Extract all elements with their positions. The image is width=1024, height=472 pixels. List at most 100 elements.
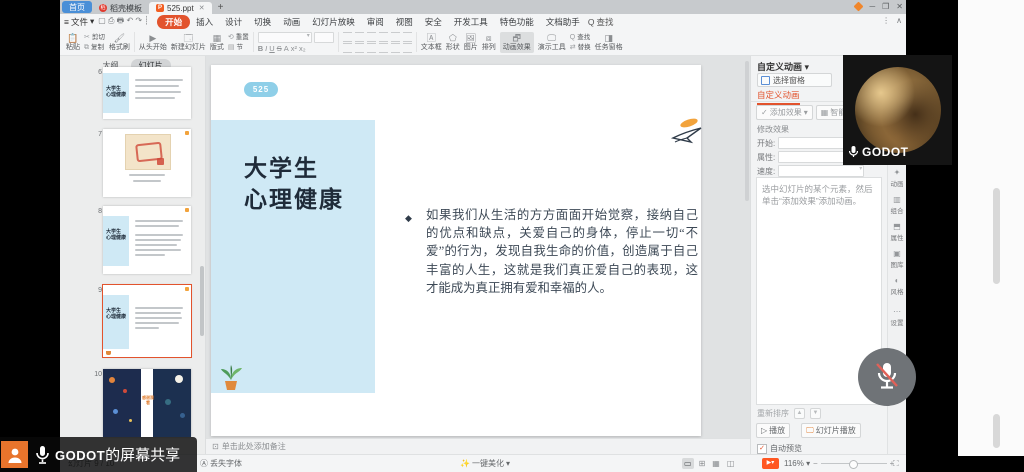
- slide-title[interactable]: 大学生 心理健康: [244, 153, 344, 215]
- menu-item-assistant[interactable]: 文档助手: [540, 15, 586, 29]
- restore-icon[interactable]: ❐: [882, 2, 889, 11]
- new-tab-button[interactable]: +: [218, 2, 224, 13]
- panel-scrollbar[interactable]: [993, 188, 1000, 284]
- slide-thumbnail-9-selected[interactable]: 大学生心理健康: [103, 285, 191, 357]
- slide-thumbnail-6[interactable]: 大学生心理健康: [103, 67, 191, 119]
- layout-button[interactable]: ▦版式: [210, 33, 224, 52]
- reset-button[interactable]: ⟲重置: [228, 33, 249, 42]
- rail-item-gallery[interactable]: ▣图库: [891, 249, 904, 269]
- quick-access-toolbar[interactable]: ▢ ⎙ 🖶 ↶ ↷ ┊: [98, 15, 149, 29]
- menu-item-insert[interactable]: 插入: [190, 15, 219, 29]
- pane-title[interactable]: 自定义动画 ▾: [757, 60, 809, 73]
- reading-view-button[interactable]: ▦: [710, 458, 722, 469]
- rail-item-settings[interactable]: ⋯设置: [891, 307, 904, 327]
- task-pane-button[interactable]: ◨任务窗格: [595, 33, 623, 52]
- bold-button[interactable]: B: [258, 44, 263, 53]
- menu-item-design[interactable]: 设计: [219, 15, 248, 29]
- menu-item-features[interactable]: 特色功能: [494, 15, 540, 29]
- participant-video-tile[interactable]: GODOT: [843, 55, 952, 165]
- file-menu[interactable]: ≡ 文件 ▾: [64, 16, 94, 28]
- move-up-button[interactable]: ▲: [794, 408, 805, 419]
- tab-home[interactable]: 首页: [62, 1, 92, 13]
- slide-thumbnail-10[interactable]: 感谢观看: [103, 369, 191, 437]
- menu-item-devtools[interactable]: 开发工具: [448, 15, 494, 29]
- slide-thumbnail-7[interactable]: [103, 129, 191, 197]
- speed-select[interactable]: [778, 165, 864, 177]
- more-icon[interactable]: ⋮: [882, 16, 890, 25]
- underline-button[interactable]: U: [269, 44, 274, 53]
- menu-item-security[interactable]: 安全: [419, 15, 448, 29]
- current-slide[interactable]: 525 大学生 心理健康 ◆: [211, 65, 701, 436]
- copy-button[interactable]: ⧉复制: [84, 43, 105, 52]
- section-button[interactable]: ▤节: [228, 43, 249, 52]
- rail-item-properties[interactable]: ⬒属性: [891, 222, 904, 242]
- zoom-slider[interactable]: [821, 463, 887, 464]
- menu-item-home[interactable]: 开始: [157, 15, 190, 29]
- notes-view-button[interactable]: ◫: [725, 458, 737, 469]
- replace-button[interactable]: ⇄替换: [570, 43, 591, 52]
- missing-font-button[interactable]: Ⓐ丢失字体: [200, 458, 242, 469]
- member-gem-icon[interactable]: [854, 2, 864, 12]
- tab-document[interactable]: P 525.ppt ✕: [149, 2, 212, 14]
- font-color-button[interactable]: A: [284, 44, 289, 53]
- slide-thumbnail-8[interactable]: 大学生心理健康: [103, 206, 191, 274]
- animation-effect-button[interactable]: 🗗动画效果: [500, 32, 534, 53]
- italic-button[interactable]: I: [265, 44, 267, 53]
- play-from-start-button[interactable]: ▶从头开始: [139, 33, 167, 52]
- textbox-button[interactable]: 🄰文本框: [421, 33, 442, 52]
- slide-sorter-button[interactable]: ⊞: [697, 458, 708, 469]
- magic-wand-icon: ✨: [460, 459, 470, 468]
- shape-button[interactable]: ⬠形状: [446, 33, 460, 52]
- auto-preview-checkbox[interactable]: ✓: [757, 444, 767, 454]
- picture-button[interactable]: 🖼图片: [464, 33, 478, 52]
- subscript-button[interactable]: x₂: [299, 44, 306, 53]
- rail-item-group[interactable]: ▥组合: [891, 195, 904, 215]
- paste-button[interactable]: 📋粘贴: [66, 33, 80, 52]
- cut-button[interactable]: ✂剪切: [84, 33, 105, 42]
- arrange-button[interactable]: ⧈排列: [482, 33, 496, 52]
- rail-item-style[interactable]: ◐风格: [891, 276, 904, 296]
- menu-item-slideshow[interactable]: 幻灯片放映: [306, 15, 361, 29]
- zoom-out-button[interactable]: −: [813, 459, 818, 468]
- screen-share-banner[interactable]: GODOT的屏幕共享: [0, 437, 197, 472]
- format-painter-button[interactable]: 🖌格式刷: [109, 33, 130, 52]
- menu-item-review[interactable]: 审阅: [361, 15, 390, 29]
- collapse-ribbon-icon[interactable]: ∧: [896, 16, 902, 25]
- notes-bar[interactable]: ⊡ 单击此处添加备注: [206, 438, 750, 454]
- panel-scrollbar[interactable]: [993, 414, 1000, 448]
- find-button[interactable]: Q查找: [570, 33, 591, 42]
- strikethrough-button[interactable]: S: [277, 44, 282, 53]
- zoom-level[interactable]: 116% ▾: [784, 459, 810, 468]
- fullscreen-icon[interactable]: ⛶: [893, 459, 899, 469]
- move-down-button[interactable]: ▼: [810, 408, 821, 419]
- ppt-file-icon: P: [156, 4, 164, 12]
- beautify-button[interactable]: ✨一键美化 ▾: [460, 458, 510, 469]
- play-animation-button[interactable]: ▷ 播放: [756, 423, 790, 438]
- zoom-slider-knob[interactable]: [849, 460, 858, 469]
- menu-item-animation[interactable]: 动画: [277, 15, 306, 29]
- close-tab-icon[interactable]: ✕: [199, 4, 205, 12]
- selection-pane-button[interactable]: 选择窗格: [757, 73, 832, 87]
- mute-microphone-button[interactable]: [858, 348, 916, 406]
- normal-view-button[interactable]: ▭: [682, 458, 694, 469]
- slide-paragraph[interactable]: 如果我们从生活的方方面面开始觉察，接纳自己的优点和缺点，关爱自己的身体，停止一切…: [426, 206, 698, 297]
- add-effect-button[interactable]: ✓ 添加效果 ▾: [756, 105, 813, 120]
- close-icon[interactable]: ✕: [896, 2, 903, 11]
- slideshow-play-button[interactable]: ▶▾: [762, 458, 779, 469]
- canvas-scrollbar[interactable]: [745, 61, 749, 201]
- slideshow-button[interactable]: 🖵 幻灯片播放: [801, 423, 861, 438]
- paragraph-format-group[interactable]: [343, 32, 412, 53]
- tab-templates[interactable]: 稻 稻壳模板: [92, 2, 149, 14]
- menu-item-transition[interactable]: 切换: [248, 15, 277, 29]
- present-tools-button[interactable]: 🖵演示工具: [538, 33, 566, 52]
- sidebar-scrollbar[interactable]: [200, 266, 204, 336]
- search-menu[interactable]: Q查找: [588, 16, 614, 28]
- minimize-icon[interactable]: ─: [869, 2, 875, 11]
- menu-item-view[interactable]: 视图: [390, 15, 419, 29]
- pane-tab-custom-animation[interactable]: 自定义动画: [757, 89, 800, 105]
- superscript-button[interactable]: x²: [291, 44, 297, 53]
- rail-item-animation[interactable]: ✦动画: [891, 168, 904, 188]
- font-size-select[interactable]: [314, 32, 334, 43]
- new-slide-button[interactable]: 🗔新建幻灯片: [171, 33, 206, 52]
- font-name-select[interactable]: [258, 32, 312, 43]
